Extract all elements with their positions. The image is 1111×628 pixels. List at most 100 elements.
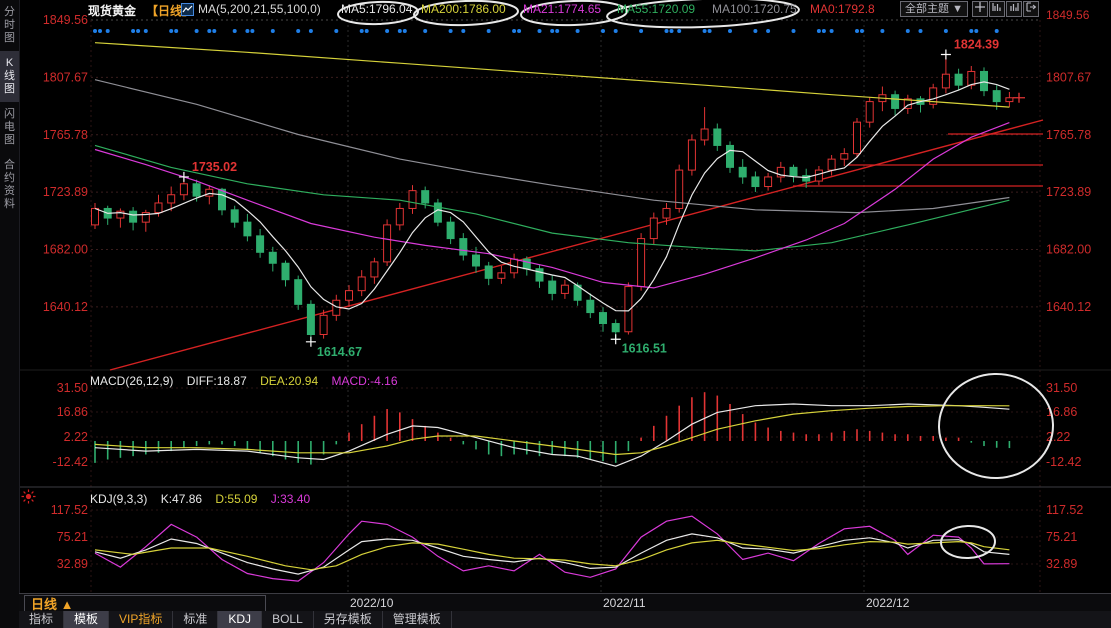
header-ma-value-5: MA0:1792.8 bbox=[810, 2, 875, 16]
candle-body bbox=[498, 273, 505, 278]
candle-body bbox=[206, 189, 213, 196]
price-axis-label-left: 1765.78 bbox=[43, 128, 88, 142]
event-dot bbox=[753, 29, 757, 33]
event-dot bbox=[195, 29, 199, 33]
candle-body bbox=[765, 177, 772, 187]
extreme-cross-marker bbox=[179, 172, 189, 182]
candle-body bbox=[828, 159, 835, 170]
candle-body bbox=[1006, 98, 1013, 102]
macd-title: MACD(26,12,9) bbox=[90, 374, 173, 388]
theme-dropdown[interactable]: 全部主题 ▼ bbox=[900, 1, 968, 17]
crosshair-tool-button[interactable] bbox=[972, 1, 988, 17]
kdj-k-value: K:47.86 bbox=[161, 492, 202, 506]
macd-axis-label-right: -12.42 bbox=[1046, 455, 1081, 469]
event-dot bbox=[550, 29, 554, 33]
candle-body bbox=[269, 252, 276, 263]
kdj-j-line bbox=[95, 516, 1009, 581]
event-dot bbox=[555, 29, 559, 33]
event-dot bbox=[98, 29, 102, 33]
bottom-tab-5[interactable]: BOLL bbox=[262, 611, 314, 628]
event-dot bbox=[360, 29, 364, 33]
kdj-axis-label-left: 75.21 bbox=[57, 530, 88, 544]
event-dot bbox=[93, 29, 97, 33]
expand-chart-button[interactable] bbox=[1006, 1, 1022, 17]
macd-axis-label-right: 31.50 bbox=[1046, 381, 1077, 395]
event-dot bbox=[665, 29, 669, 33]
bottom-tab-6[interactable]: 另存模板 bbox=[314, 611, 383, 628]
candle-body bbox=[130, 211, 137, 222]
event-dot bbox=[385, 29, 389, 33]
candle-body bbox=[841, 154, 848, 159]
date-label-1: 2022/11 bbox=[603, 596, 646, 610]
candle-body bbox=[434, 203, 441, 222]
candle-body bbox=[612, 324, 619, 332]
candle-body bbox=[892, 95, 899, 109]
candle-body bbox=[371, 262, 378, 277]
candle-body bbox=[688, 140, 695, 170]
date-axis-bar: 日线 ▲ 2022/102022/112022/12 bbox=[19, 593, 1111, 612]
header-ma-value-3: MA55:1720.09 bbox=[617, 2, 695, 16]
chart-canvas[interactable]: 1849.561807.671807.671765.781765.781723.… bbox=[0, 0, 1111, 628]
event-dot bbox=[974, 29, 978, 33]
event-dot bbox=[144, 29, 148, 33]
candle-body bbox=[447, 222, 454, 238]
sidebar-item-3[interactable]: 合约资料 bbox=[0, 153, 19, 217]
candle-body bbox=[168, 195, 175, 203]
candle-body bbox=[193, 184, 200, 196]
date-label-0: 2022/10 bbox=[350, 596, 393, 610]
compress-chart-button[interactable] bbox=[989, 1, 1005, 17]
event-dot bbox=[309, 29, 313, 33]
candle-body bbox=[485, 266, 492, 278]
sidebar-item-2[interactable]: 闪电图 bbox=[0, 102, 19, 153]
event-dot bbox=[906, 29, 910, 33]
event-dot bbox=[131, 29, 135, 33]
bottom-tab-4[interactable]: KDJ bbox=[218, 611, 262, 628]
macd-diff-line bbox=[95, 404, 1009, 466]
candle-body bbox=[396, 208, 403, 224]
theme-dropdown-label: 全部主题 bbox=[905, 3, 949, 15]
event-dot bbox=[136, 29, 140, 33]
bottom-tab-0[interactable]: 指标 bbox=[19, 611, 64, 628]
candle-body bbox=[981, 71, 988, 90]
candle-body bbox=[714, 129, 721, 145]
event-dot bbox=[106, 29, 110, 33]
left-sidebar: 分时图K线图闪电图合约资料 bbox=[0, 0, 20, 628]
event-dot bbox=[792, 29, 796, 33]
sidebar-item-1[interactable]: K线图 bbox=[0, 51, 19, 102]
event-dot bbox=[233, 29, 237, 33]
candle-body bbox=[739, 167, 746, 177]
bottom-tab-2[interactable]: VIP指标 bbox=[109, 611, 173, 628]
event-dot bbox=[207, 29, 211, 33]
extreme-cross-marker bbox=[306, 337, 316, 347]
event-dot bbox=[212, 29, 216, 33]
candle-body bbox=[320, 315, 327, 334]
candle-body bbox=[358, 277, 365, 291]
extreme-price-label: 1824.39 bbox=[954, 37, 999, 51]
event-dot bbox=[830, 29, 834, 33]
ma21-line bbox=[95, 123, 1009, 288]
candle-body bbox=[968, 71, 975, 85]
bottom-tab-1[interactable]: 模板 bbox=[64, 611, 109, 628]
candle-body bbox=[815, 170, 822, 181]
bottom-toolbar: 指标模板VIP指标标准KDJBOLL另存模板管理模板 bbox=[19, 611, 1111, 628]
event-dot bbox=[703, 29, 707, 33]
event-dot bbox=[398, 29, 402, 33]
ma-config: MA(5,200,21,55,100,0) bbox=[198, 2, 321, 16]
candle-body bbox=[650, 218, 657, 239]
exit-fullscreen-button[interactable] bbox=[1023, 1, 1039, 17]
candle-body bbox=[219, 189, 226, 210]
candle-body bbox=[460, 239, 467, 255]
candle-body bbox=[587, 300, 594, 312]
axis-top-price: 1849.56 bbox=[1046, 8, 1089, 22]
date-label-2: 2022/12 bbox=[866, 596, 909, 610]
bottom-tab-7[interactable]: 管理模板 bbox=[383, 611, 452, 628]
event-dot bbox=[174, 29, 178, 33]
kdj-title: KDJ(9,3,3) bbox=[90, 492, 147, 506]
event-dot bbox=[708, 29, 712, 33]
event-dot bbox=[245, 29, 249, 33]
indicator-settings-sun-icon[interactable] bbox=[21, 489, 36, 504]
macd-hist-value: MACD:-4.16 bbox=[331, 374, 397, 388]
bottom-tab-3[interactable]: 标准 bbox=[173, 611, 218, 628]
last-price-marker bbox=[1013, 93, 1025, 103]
event-dot bbox=[169, 29, 173, 33]
